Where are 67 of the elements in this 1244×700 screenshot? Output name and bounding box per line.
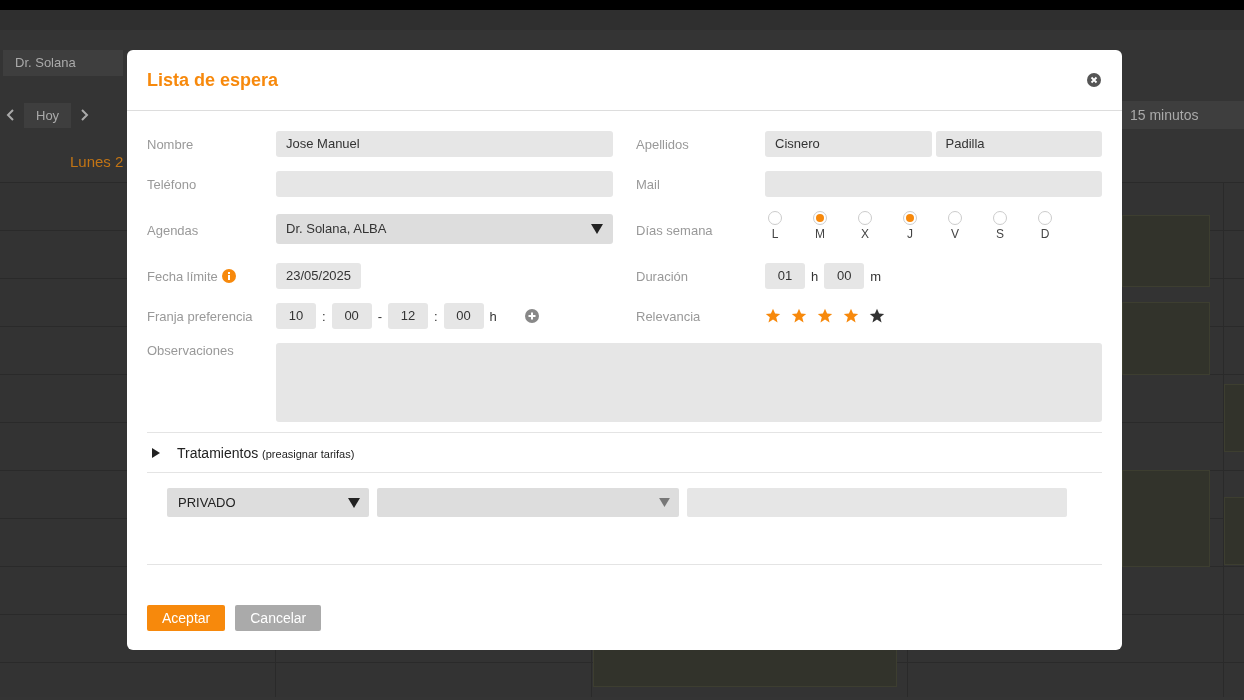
- hour-field[interactable]: 10: [276, 303, 316, 329]
- day-label: V: [951, 227, 959, 241]
- hours-field[interactable]: 01: [765, 263, 805, 289]
- day-label: D: [1040, 227, 1050, 241]
- field-label: Duración: [636, 268, 690, 284]
- surname-field[interactable]: Padilla: [935, 131, 1102, 157]
- day-label: J: [907, 227, 913, 241]
- day-checkbox[interactable]: [858, 211, 872, 225]
- interval-select[interactable]: 15 minutos: [1120, 101, 1244, 129]
- notes-field[interactable]: [276, 343, 1102, 422]
- day-checkbox[interactable]: [948, 211, 962, 225]
- day-label: X: [861, 227, 869, 241]
- date-field[interactable]: 23/05/2025: [276, 263, 362, 289]
- surname-field[interactable]: Cisnero: [765, 131, 932, 157]
- day-checkbox[interactable]: [993, 211, 1007, 225]
- unit-label: m: [869, 268, 883, 284]
- info-icon[interactable]: [221, 269, 236, 283]
- caret-icon: [659, 498, 670, 507]
- field-label: Apellidos: [636, 136, 690, 152]
- hour-field[interactable]: 12: [387, 303, 428, 329]
- expand-icon[interactable]: [151, 447, 161, 458]
- minute-field[interactable]: 00: [331, 303, 372, 329]
- mail-field[interactable]: [765, 171, 1102, 197]
- day-checkbox[interactable]: [1038, 211, 1052, 225]
- caret-icon: [348, 497, 360, 508]
- chevron-right-icon[interactable]: [79, 108, 90, 122]
- star-icon[interactable]: [817, 308, 833, 324]
- chevron-left-icon[interactable]: [6, 108, 16, 122]
- field-label: Teléfono: [147, 176, 198, 192]
- day-checkbox[interactable]: [813, 211, 827, 225]
- field-label: Franja preferencia: [147, 308, 254, 324]
- price-field[interactable]: [687, 488, 1067, 517]
- day-label: S: [996, 227, 1004, 241]
- close-icon[interactable]: [1087, 73, 1101, 87]
- field-label: Fecha límite: [147, 268, 218, 284]
- separator: -: [376, 308, 383, 324]
- unit-label: h: [488, 308, 498, 324]
- name-field[interactable]: Jose Manuel: [276, 131, 613, 157]
- field-label: Días semana: [636, 222, 714, 238]
- caret-icon: [591, 224, 603, 234]
- today-button[interactable]: Hoy: [24, 102, 72, 128]
- unit-label: h: [810, 268, 820, 284]
- agenda-select[interactable]: Dr. Solana: [3, 50, 123, 76]
- agenda-select[interactable]: Dr. Solana, ALBA: [276, 214, 613, 244]
- add-icon[interactable]: [524, 309, 539, 323]
- day-checkbox[interactable]: [903, 211, 917, 225]
- star-icon[interactable]: [765, 308, 781, 324]
- day-label: M: [815, 227, 825, 241]
- field-label: Agendas: [147, 222, 200, 238]
- day-label: L: [771, 227, 779, 241]
- star-icon[interactable]: [869, 308, 885, 324]
- minutes-field[interactable]: 00: [824, 263, 865, 289]
- dialog-title: Lista de espera: [147, 69, 279, 91]
- section-title[interactable]: Tratamientos (preasignar tarifas): [177, 444, 355, 461]
- day-heading: Lunes 2: [70, 153, 124, 170]
- phone-field[interactable]: [276, 171, 613, 197]
- field-label: Mail: [636, 176, 661, 192]
- minute-field[interactable]: 00: [443, 303, 484, 329]
- field-label: Observaciones: [147, 343, 235, 358]
- field-label: Nombre: [147, 136, 195, 152]
- star-icon[interactable]: [791, 308, 807, 324]
- star-icon[interactable]: [843, 308, 859, 324]
- separator: :: [321, 308, 327, 324]
- separator: :: [432, 308, 439, 324]
- day-checkbox[interactable]: [768, 211, 782, 225]
- tariff-select[interactable]: PRIVADO: [167, 488, 369, 517]
- field-label: Relevancia: [636, 308, 702, 324]
